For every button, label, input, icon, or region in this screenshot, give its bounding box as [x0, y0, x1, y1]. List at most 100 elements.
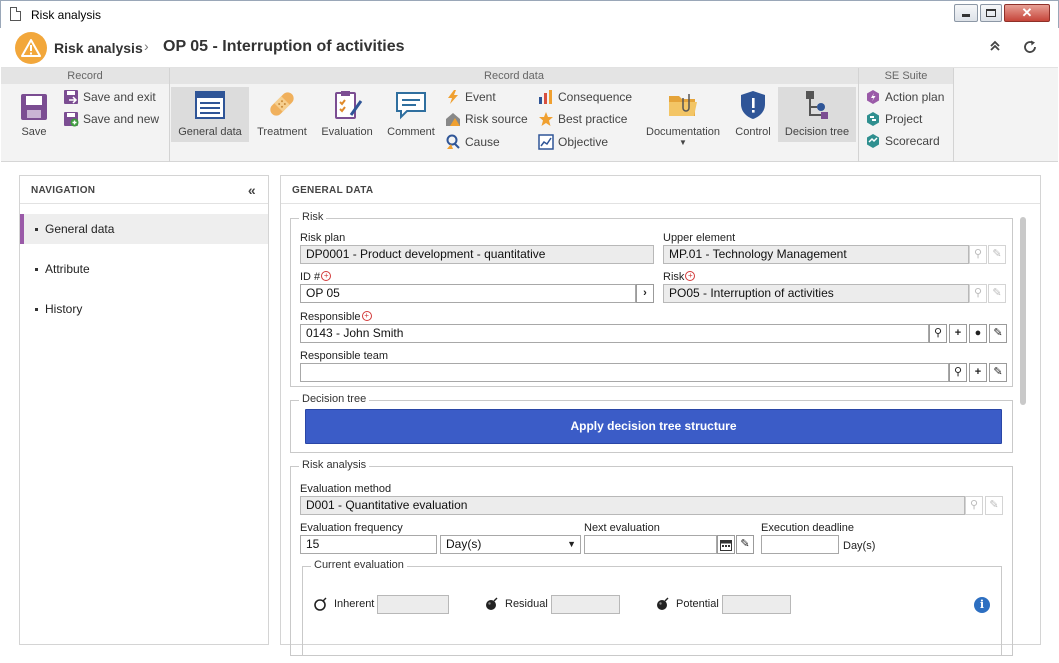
frequency-unit-select[interactable]: Day(s) ▼ — [440, 535, 581, 554]
control-button[interactable]: Control — [729, 87, 777, 142]
event-button[interactable]: Event — [445, 88, 496, 106]
id-next-chevron-icon[interactable]: › — [636, 284, 654, 303]
document-icon — [10, 7, 21, 21]
comment-button[interactable]: Comment — [383, 87, 439, 142]
floppy-disk-icon — [21, 94, 47, 120]
frequency-unit-value: Day(s) — [446, 537, 482, 551]
responsible-clear-icon[interactable]: ✎ — [989, 324, 1007, 343]
breadcrumb-separator: › — [144, 38, 149, 54]
page-header: Risk analysis › OP 05 - Interruption of … — [1, 28, 1058, 68]
consequence-label: Consequence — [558, 90, 633, 104]
star-icon — [539, 111, 553, 126]
evaluation-button[interactable]: Evaluation — [317, 87, 377, 142]
nav-item-general-data[interactable]: General data — [20, 214, 268, 244]
nav-item-label: History — [45, 302, 83, 316]
folder-attachment-icon — [669, 94, 697, 116]
nav-item-history[interactable]: History — [20, 294, 268, 324]
responsible-team-label: Responsible team — [300, 350, 389, 362]
action-plan-button[interactable]: Action plan — [865, 88, 944, 106]
group-divider — [858, 68, 859, 162]
collapse-left-icon[interactable]: « — [248, 182, 256, 198]
best-practice-button[interactable]: Best practice — [538, 110, 627, 128]
project-button[interactable]: Project — [865, 110, 922, 128]
next-evaluation-clear-icon[interactable]: ✎ — [736, 535, 754, 554]
next-evaluation-input[interactable] — [584, 535, 717, 554]
execution-deadline-input[interactable] — [761, 535, 839, 554]
responsible-team-add-icon[interactable]: + — [969, 363, 987, 382]
navigation-panel: NAVIGATION « General data Attribute Hist… — [19, 175, 269, 645]
minimize-button[interactable] — [954, 4, 978, 22]
responsible-search-icon[interactable]: ⚲ — [929, 324, 947, 343]
save-and-new-button[interactable]: Save and new — [63, 110, 159, 128]
save-new-icon — [64, 111, 79, 127]
upper-element-field: MP.01 - Technology Management — [663, 245, 969, 264]
responsible-user-icon[interactable]: ● — [969, 324, 987, 343]
responsible-team-field[interactable] — [300, 363, 949, 382]
required-icon: + — [361, 311, 372, 321]
collapse-up-icon[interactable] — [986, 39, 1004, 57]
refresh-icon[interactable] — [1021, 39, 1039, 57]
residual-field — [551, 595, 620, 614]
risk-source-button[interactable]: Risk source — [445, 110, 528, 128]
scorecard-icon — [867, 133, 879, 148]
decision-tree-button[interactable]: Decision tree — [778, 87, 856, 142]
risk-section-legend: Risk — [299, 211, 327, 223]
save-exit-icon — [64, 89, 78, 104]
calendar-icon[interactable] — [717, 535, 735, 554]
navigation-header: NAVIGATION « — [20, 176, 268, 204]
responsible-field[interactable]: 0143 - John Smith — [300, 324, 929, 343]
decision-tree-legend: Decision tree — [299, 393, 370, 405]
close-button[interactable]: ✕ — [1004, 4, 1050, 22]
evaluation-frequency-input[interactable]: 15 — [300, 535, 437, 554]
responsible-label-text: Responsible — [300, 311, 361, 323]
objective-label: Objective — [558, 135, 609, 149]
next-evaluation-label: Next evaluation — [584, 522, 660, 534]
scorecard-button[interactable]: Scorecard — [865, 132, 940, 150]
window-titlebar: Risk analysis ✕ — [0, 0, 1059, 28]
action-plan-icon — [867, 89, 879, 104]
upper-element-label: Upper element — [663, 232, 736, 244]
residual-bomb-icon — [486, 597, 498, 610]
objective-button[interactable]: Objective — [538, 133, 608, 151]
risk-warning-icon — [15, 32, 47, 64]
minimize-icon — [962, 14, 970, 17]
general-data-button[interactable]: General data — [171, 87, 249, 142]
vertical-scrollbar[interactable] — [1020, 217, 1026, 405]
nav-item-attribute[interactable]: Attribute — [20, 254, 268, 284]
line-chart-icon — [538, 134, 554, 150]
apply-decision-tree-button[interactable]: Apply decision tree structure — [305, 409, 1002, 444]
breadcrumb-root[interactable]: Risk analysis — [54, 40, 143, 56]
general-data-form-icon — [195, 91, 225, 119]
clipboard-pen-icon — [335, 91, 363, 119]
cause-button[interactable]: Cause — [445, 133, 500, 151]
responsible-add-icon[interactable]: + — [949, 324, 967, 343]
info-icon[interactable]: i — [974, 597, 990, 613]
documentation-button[interactable]: Documentation ▼ — [643, 87, 723, 155]
upper-element-clear-icon: ✎ — [988, 245, 1006, 264]
dropdown-arrow-icon: ▼ — [679, 138, 687, 147]
id-input[interactable]: OP 05 — [300, 284, 636, 303]
action-plan-label: Action plan — [885, 90, 945, 104]
current-evaluation-legend: Current evaluation — [311, 559, 407, 571]
save-and-exit-button[interactable]: Save and exit — [63, 88, 156, 106]
treatment-button[interactable]: Treatment — [253, 87, 311, 142]
decision-tree-label: Decision tree — [784, 126, 850, 138]
id-label-text: ID # — [300, 271, 321, 283]
decision-tree-icon — [806, 91, 828, 119]
close-icon: ✕ — [1021, 5, 1033, 20]
treatment-label: Treatment — [257, 126, 307, 138]
responsible-team-search-icon[interactable]: ⚲ — [949, 363, 967, 382]
execution-deadline-label: Execution deadline — [761, 522, 854, 534]
responsible-team-clear-icon[interactable]: ✎ — [989, 363, 1007, 382]
inherent-field — [377, 595, 449, 614]
general-data-label: General data — [178, 126, 242, 138]
group-record-data-header: Record data — [170, 68, 858, 84]
consequence-button[interactable]: Consequence — [538, 88, 632, 106]
bar-chart-icon — [539, 89, 552, 104]
save-button[interactable]: Save — [11, 88, 57, 160]
nav-item-label: General data — [45, 222, 115, 236]
main-panel-title: GENERAL DATA — [281, 176, 1040, 204]
save-and-exit-label: Save and exit — [83, 90, 156, 104]
maximize-button[interactable] — [980, 4, 1002, 22]
speech-bubble-icon — [396, 92, 426, 120]
